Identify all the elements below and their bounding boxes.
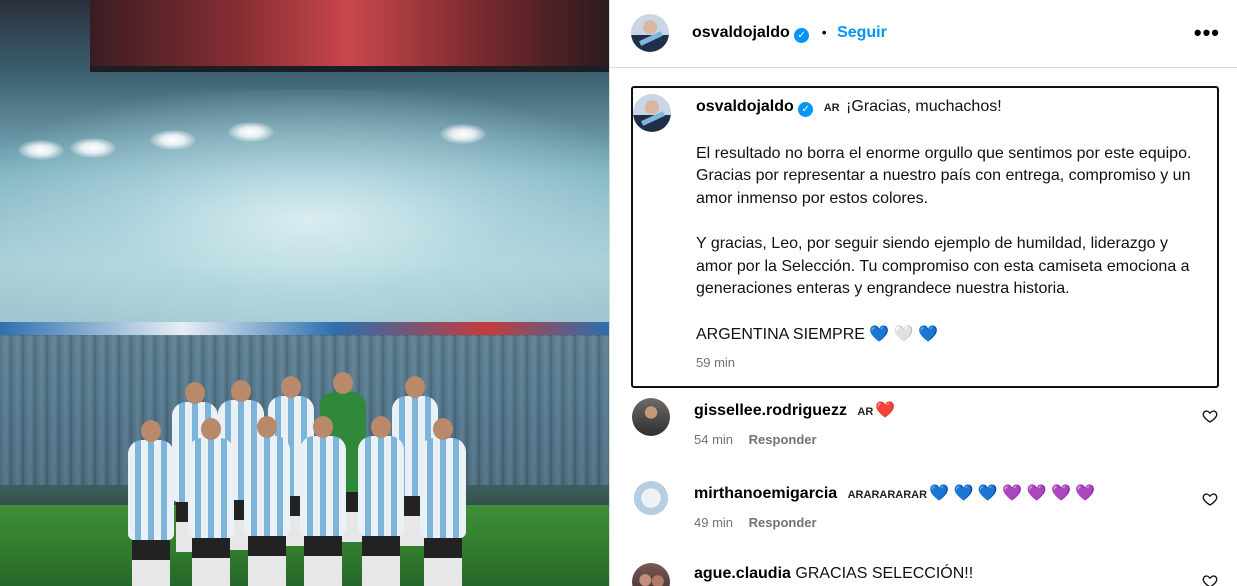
player — [188, 418, 234, 586]
white-heart-emoji: 🤍 — [893, 325, 914, 343]
caption-paragraph-1: El resultado no borra el enorme orgullo … — [696, 144, 1192, 207]
caption-timestamp[interactable]: 59 min — [696, 355, 735, 370]
author-line: osvaldojaldo ✓ • Seguir — [692, 24, 887, 43]
commenter-avatar[interactable] — [632, 398, 670, 436]
reply-button[interactable]: Responder — [749, 515, 817, 530]
caption-author-username[interactable]: osvaldojaldo — [696, 98, 794, 115]
purple-heart-emoji: 💜 — [1026, 485, 1047, 502]
stadium-light — [18, 140, 64, 160]
commenter-avatar[interactable] — [632, 563, 670, 586]
team-photo — [120, 372, 500, 586]
comment-meta: 54 min Responder — [694, 432, 817, 447]
comment-body: mirthanoemigarcia ARARARARAR 💙 💙 💙 💜 💜 💜 … — [694, 483, 1095, 503]
caption-paragraph-2: Y gracias, Leo, por seguir siendo ejempl… — [696, 235, 1190, 297]
blue-heart-emoji: 💙 — [977, 485, 998, 502]
post-header: osvaldojaldo ✓ • Seguir ••• — [610, 0, 1237, 68]
player — [244, 416, 290, 586]
comment-body: ague.claudia GRACIAS SELECCIÓN!! — [694, 565, 973, 583]
stadium-light — [228, 122, 274, 142]
heart-outline-icon[interactable] — [1202, 491, 1218, 507]
commenter-username[interactable]: gissellee.rodriguezz — [694, 402, 847, 419]
author-username[interactable]: osvaldojaldo — [692, 24, 790, 41]
commenter-username[interactable]: mirthanoemigarcia — [694, 485, 837, 502]
more-options-icon[interactable]: ••• — [1194, 22, 1220, 44]
comment-timestamp[interactable]: 54 min — [694, 432, 733, 447]
follow-button[interactable]: Seguir — [837, 24, 887, 41]
flag-label: AR — [823, 102, 840, 114]
stadium-light — [150, 130, 196, 150]
blue-heart-emoji: 💙 — [869, 325, 890, 343]
purple-heart-emoji: 💜 — [1002, 485, 1023, 502]
player — [420, 418, 466, 586]
verified-badge-icon: ✓ — [798, 102, 814, 117]
ad-boards — [0, 322, 609, 336]
player — [358, 416, 404, 586]
smoke-cloud — [0, 90, 609, 350]
comment-body: gissellee.rodriguezz AR ❤️ — [694, 400, 895, 420]
heart-outline-icon[interactable] — [1202, 573, 1218, 586]
separator-dot: • — [821, 24, 827, 40]
flag-label: AR — [857, 406, 874, 418]
post-details-panel: osvaldojaldo ✓ • Seguir ••• osvaldojaldo… — [609, 0, 1237, 586]
verified-badge-icon: ✓ — [794, 28, 810, 43]
purple-heart-emoji: 💜 — [1075, 485, 1096, 502]
purple-heart-emoji: 💜 — [1050, 485, 1071, 502]
comment-meta: 49 min Responder — [694, 515, 817, 530]
caption-headline: ¡Gracias, muchachos! — [846, 98, 1002, 115]
stadium-light — [70, 138, 116, 158]
caption-author-avatar[interactable] — [633, 94, 671, 132]
red-heart-emoji: ❤️ — [875, 402, 896, 419]
blue-heart-emoji: 💙 — [953, 485, 974, 502]
commenter-avatar[interactable] — [632, 481, 670, 519]
blue-heart-emoji: 💙 — [918, 325, 939, 343]
player — [128, 420, 174, 586]
blue-heart-emoji: 💙 — [929, 485, 949, 502]
flag-label: ARARARARAR — [847, 489, 928, 501]
comment-text: GRACIAS SELECCIÓN!! — [795, 565, 974, 582]
reply-button[interactable]: Responder — [749, 432, 817, 447]
comment-timestamp[interactable]: 49 min — [694, 515, 733, 530]
caption-paragraph-3: ARGENTINA SIEMPRE — [696, 325, 865, 343]
caption-text: osvaldojaldo ✓ AR ¡Gracias, muchachos! E… — [696, 96, 1206, 375]
stadium-light — [440, 124, 486, 144]
commenter-username[interactable]: ague.claudia — [694, 565, 791, 582]
player — [300, 416, 346, 586]
stadium-screen — [90, 0, 609, 72]
post-image[interactable] — [0, 0, 609, 586]
author-avatar[interactable] — [631, 14, 669, 52]
caption-comment: osvaldojaldo ✓ AR ¡Gracias, muchachos! E… — [631, 86, 1219, 388]
heart-outline-icon[interactable] — [1202, 408, 1218, 424]
